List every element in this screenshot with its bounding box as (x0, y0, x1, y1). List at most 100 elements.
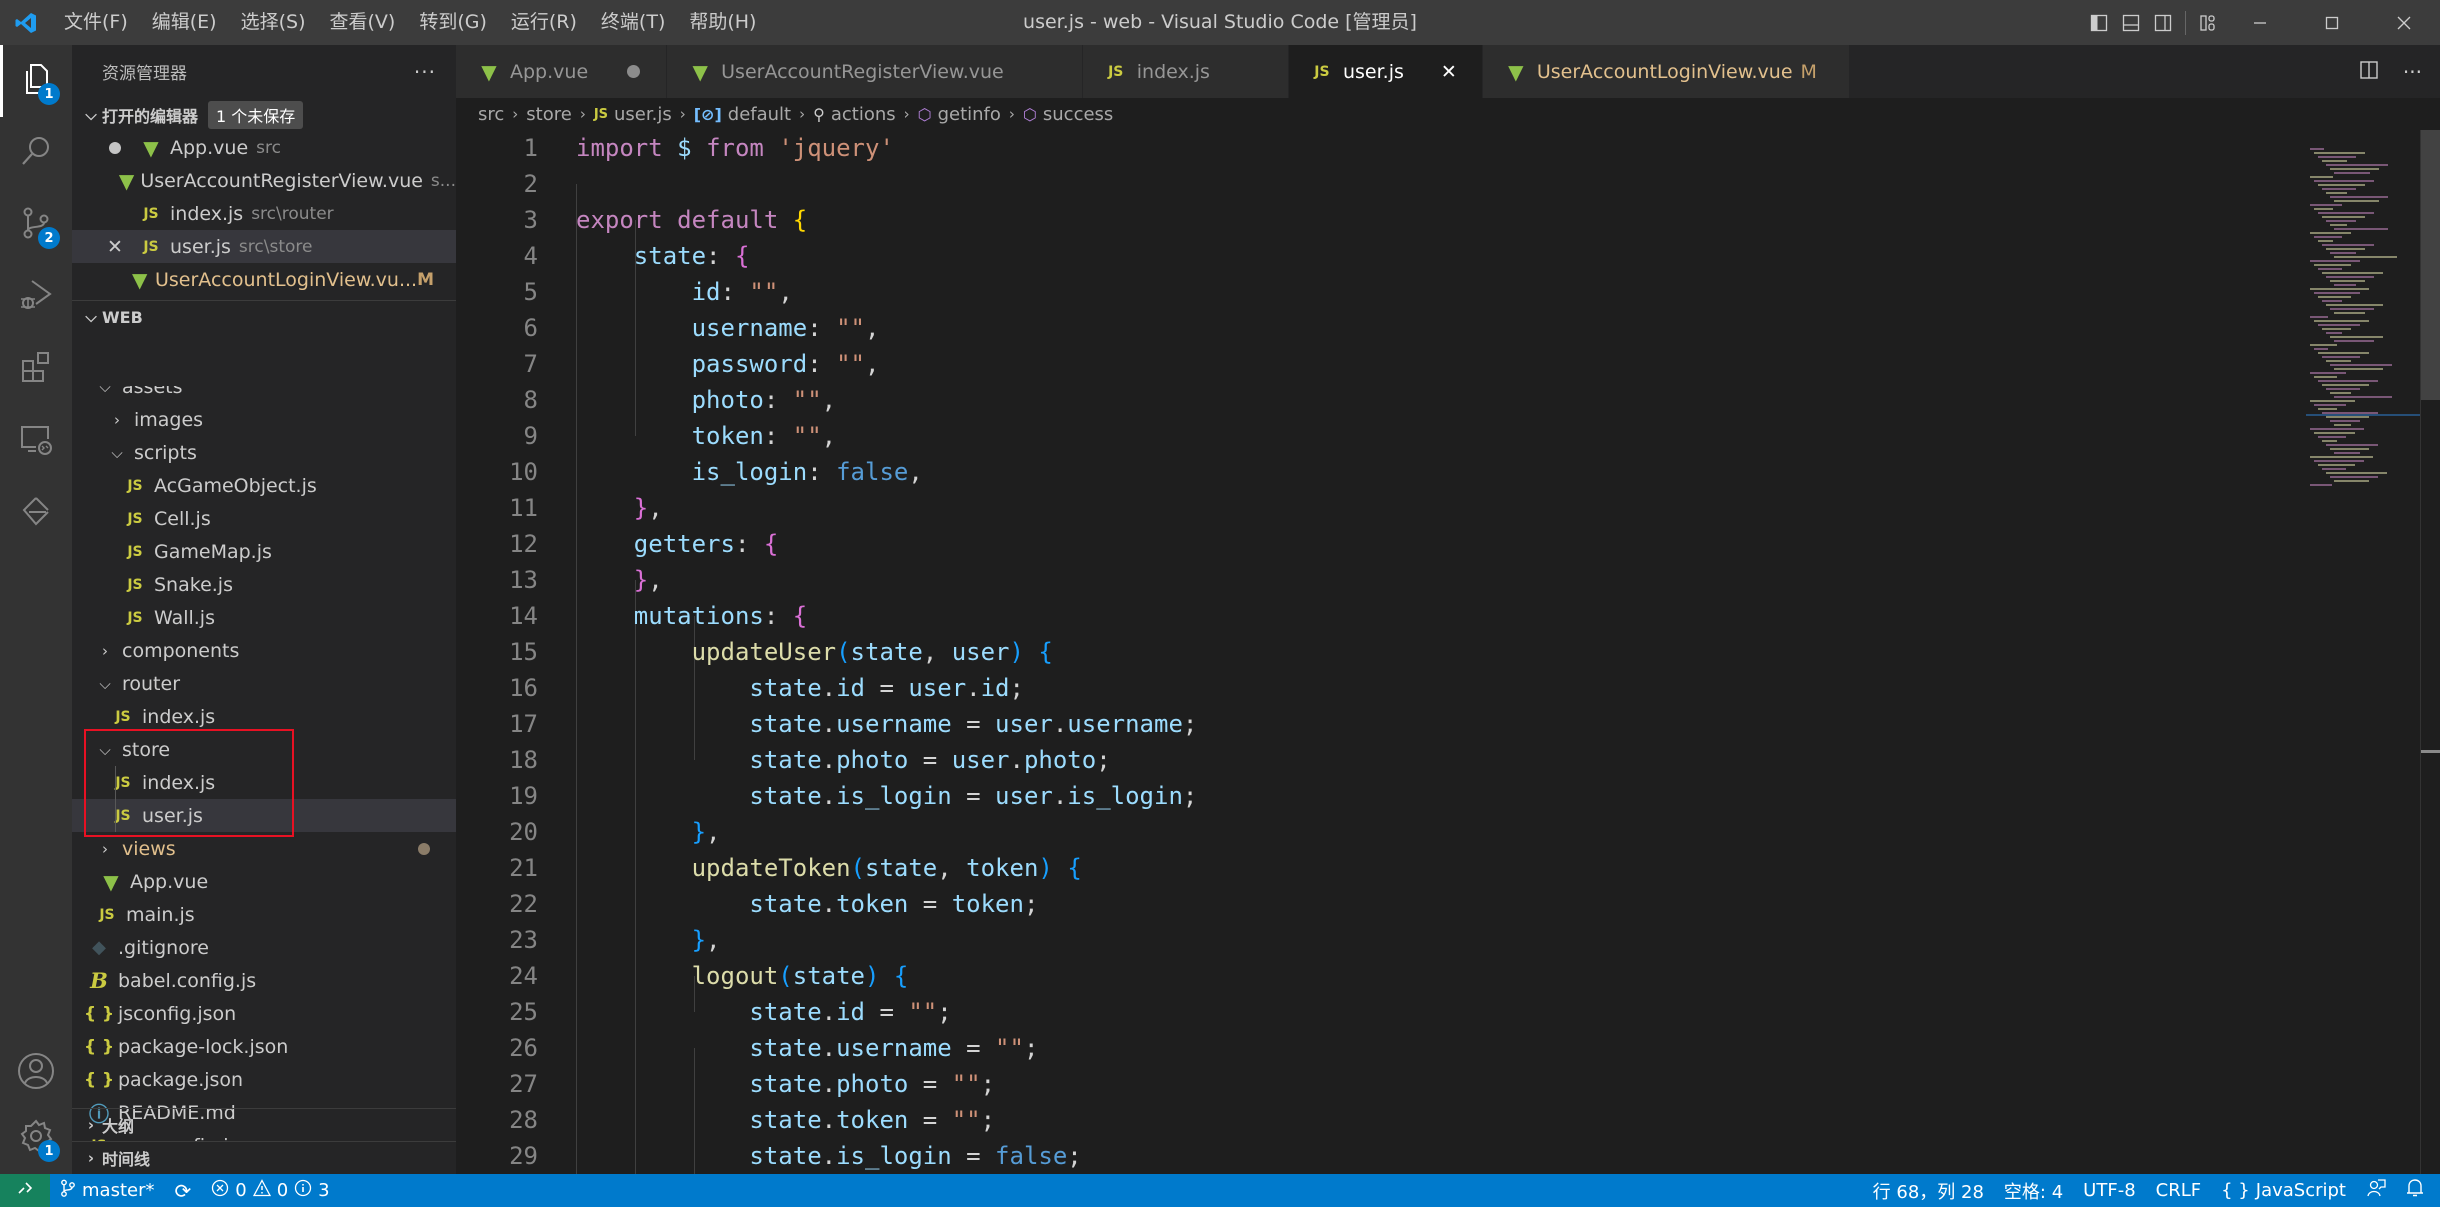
menu-item[interactable]: 文件(F) (52, 0, 140, 45)
menu-item[interactable]: 转到(G) (407, 0, 499, 45)
menu-item[interactable]: 终端(T) (589, 0, 677, 45)
folder-item[interactable]: › views (72, 832, 456, 865)
folder-item[interactable]: › images (72, 403, 456, 436)
unsaved-count-badge: 1 个未保存 (208, 100, 304, 129)
tab-useraccountloginview-vue[interactable]: ▼ UserAccountLoginView.vue M (1482, 45, 1850, 98)
file-item[interactable]: JS GameMap.js (72, 535, 456, 568)
minimap-line (2334, 340, 2374, 342)
breadcrumb-item[interactable]: ⚲ actions (813, 104, 896, 125)
open-editor-item[interactable]: ▼ UserAccountRegisterView.vue s... (72, 164, 456, 197)
source-control-button[interactable]: 2 (0, 189, 72, 261)
code-editor[interactable]: 1 import $ from 'jquery' 2 3 export default … (456, 130, 2306, 1174)
open-editor-item[interactable]: ▼ UserAccountLoginView.vu... M (72, 263, 456, 296)
tab-index-js[interactable]: JS index.js (1082, 45, 1289, 98)
remote-explorer-button[interactable] (0, 405, 72, 477)
menu-item[interactable]: 选择(S) (229, 0, 318, 45)
breadcrumb-item[interactable]: ⬡ getinfo (918, 104, 1001, 125)
cursor-position-button[interactable]: 行 68，列 28 (1863, 1174, 1994, 1207)
timeline-section-header[interactable]: › 时间线 (72, 1141, 456, 1174)
notifications-button[interactable] (2396, 1174, 2440, 1207)
toggle-primary-sidebar-button[interactable] (2083, 0, 2115, 45)
file-item[interactable]: JS Snake.js (72, 568, 456, 601)
folder-item[interactable]: ⌵ router (72, 667, 456, 700)
explorer-more-actions-button[interactable]: ··· (414, 60, 436, 84)
close-tab-icon[interactable]: ✕ (1434, 61, 1464, 83)
feedback-button[interactable] (2356, 1174, 2396, 1207)
account-icon (16, 1051, 56, 1095)
minimap-line (2334, 396, 2392, 398)
file-item[interactable]: ◆ .gitignore (72, 931, 456, 964)
vertical-scrollbar[interactable] (2420, 130, 2440, 1174)
menu-item[interactable]: 查看(V) (318, 0, 408, 45)
sync-button[interactable]: ⟳ (164, 1174, 201, 1207)
run-debug-button[interactable] (0, 261, 72, 333)
js-file-icon: JS (115, 774, 131, 791)
file-item[interactable]: { } package.json (72, 1063, 456, 1096)
file-item[interactable]: { } package-lock.json (72, 1030, 456, 1063)
file-item[interactable]: JS Cell.js (72, 502, 456, 535)
maximize-button[interactable] (2296, 0, 2368, 45)
file-item[interactable]: JS main.js (72, 898, 456, 931)
js-file-icon: JS (127, 510, 143, 527)
scrollbar-thumb[interactable] (2421, 130, 2440, 400)
line-number: 6 (523, 314, 538, 342)
folder-item[interactable]: › components (72, 634, 456, 667)
indentation-button[interactable]: 空格: 4 (1994, 1174, 2073, 1207)
outline-section-header[interactable]: › 大纲 (72, 1108, 456, 1141)
folder-item[interactable]: ⌵ store (72, 733, 456, 766)
breadcrumb-item[interactable]: JS user.js (594, 104, 672, 125)
tab-useraccountregisterview-vue[interactable]: ▼ UserAccountRegisterView.vue (667, 45, 1083, 98)
menu-item[interactable]: 编辑(E) (140, 0, 229, 45)
explorer-button[interactable]: 1 (0, 45, 72, 117)
breadcrumb-item[interactable]: ⬡ success (1023, 104, 1113, 125)
close-window-button[interactable] (2368, 0, 2440, 45)
file-item[interactable]: JS Wall.js (72, 601, 456, 634)
file-name: App.vue (170, 136, 249, 159)
file-item[interactable]: JS index.js (72, 766, 456, 799)
file-item[interactable]: JS AcGameObject.js (72, 469, 456, 502)
open-editor-item[interactable]: ✕ JS user.js src\store (72, 230, 456, 263)
tab-user-js[interactable]: JS user.js ✕ (1288, 45, 1483, 98)
breadcrumb-item[interactable]: [⊘] default (694, 104, 791, 125)
folder-item[interactable]: ⌵ scripts (72, 436, 456, 469)
minimap-line (2334, 172, 2370, 174)
remote-indicator-button[interactable] (0, 1174, 50, 1207)
encoding-button[interactable]: UTF-8 (2073, 1174, 2145, 1207)
code-text: state.id = user.id; (749, 674, 1024, 702)
language-mode-button[interactable]: { } JavaScript (2211, 1174, 2356, 1207)
more-actions-icon[interactable]: ··· (2403, 60, 2422, 84)
open-editor-item[interactable]: JS index.js src\router (72, 197, 456, 230)
gitlens-button[interactable] (0, 477, 72, 549)
workspace-section-header[interactable]: ⌵ WEB (72, 300, 456, 333)
eol-button[interactable]: CRLF (2146, 1174, 2211, 1207)
file-item[interactable]: { } jsconfig.json (72, 997, 456, 1030)
open-editors-section-header[interactable]: ⌵ 打开的编辑器 1 个未保存 (72, 98, 456, 131)
search-button[interactable] (0, 117, 72, 189)
git-branch-button[interactable]: master* (50, 1174, 164, 1207)
file-item[interactable]: JS index.js (72, 700, 456, 733)
file-item[interactable]: ▼ App.vue (72, 865, 456, 898)
file-item[interactable]: JS user.js (72, 799, 456, 832)
menu-item[interactable]: 运行(R) (499, 0, 589, 45)
toggle-secondary-sidebar-button[interactable] (2147, 0, 2179, 45)
menu-item[interactable]: 帮助(H) (677, 0, 768, 45)
problems-button[interactable]: 0 0 3 (201, 1174, 339, 1207)
customize-layout-button[interactable] (2192, 0, 2224, 45)
breadcrumb-item[interactable]: src (478, 104, 504, 125)
accounts-button[interactable] (0, 1037, 72, 1109)
breadcrumb-item[interactable]: store (526, 104, 572, 125)
file-item[interactable]: Bbabel.config.js (72, 964, 456, 997)
extensions-button[interactable] (0, 333, 72, 405)
file-name: router (122, 672, 181, 695)
vue-file-icon: ▼ (1508, 59, 1524, 84)
split-editor-icon[interactable] (2359, 60, 2379, 84)
folder-item[interactable]: ⌵ assets (72, 386, 456, 403)
file-name: images (134, 408, 204, 431)
minimize-button[interactable] (2224, 0, 2296, 45)
toggle-panel-button[interactable] (2115, 0, 2147, 45)
tab-app-vue[interactable]: ▼ App.vue (456, 45, 668, 98)
manage-button[interactable]: 1 (0, 1102, 72, 1174)
minimap[interactable] (2306, 130, 2420, 1174)
close-icon[interactable]: ✕ (102, 236, 128, 258)
open-editor-item[interactable]: ▼ App.vue src (72, 131, 456, 164)
